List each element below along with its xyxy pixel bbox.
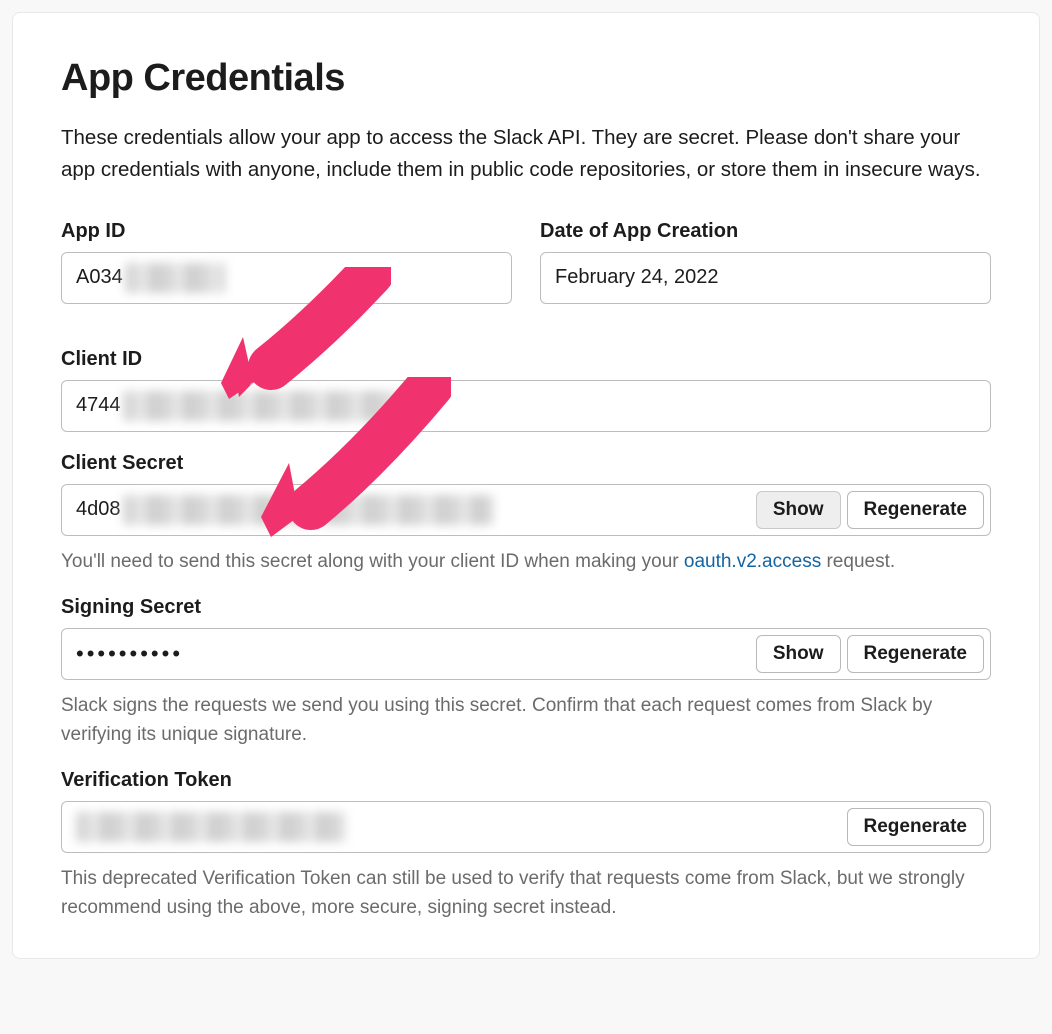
- client-secret-regenerate-button[interactable]: Regenerate: [847, 491, 985, 529]
- verification-token-label: Verification Token: [61, 769, 991, 792]
- client-secret-label: Client Secret: [61, 452, 991, 475]
- signing-secret-value-masked: ••••••••••: [76, 641, 183, 667]
- redacted-text: [125, 263, 225, 293]
- client-id-label: Client ID: [61, 348, 991, 371]
- verification-token-regenerate-button[interactable]: Regenerate: [847, 808, 985, 846]
- redacted-text: [123, 391, 423, 421]
- app-id-field[interactable]: A034: [61, 252, 512, 304]
- client-secret-help: You'll need to send this secret along wi…: [61, 548, 991, 577]
- redacted-text: [76, 812, 346, 842]
- signing-secret-help: Slack signs the requests we send you usi…: [61, 692, 991, 749]
- client-secret-field: 4d08 Show Regenerate: [61, 484, 991, 536]
- creation-date-field: February 24, 2022: [540, 252, 991, 304]
- client-id-value: 4744: [76, 394, 121, 417]
- intro-text: These credentials allow your app to acce…: [61, 122, 991, 186]
- redacted-text: [123, 495, 493, 525]
- signing-secret-show-button[interactable]: Show: [756, 635, 841, 673]
- app-credentials-panel: App Credentials These credentials allow …: [61, 57, 991, 922]
- client-id-field[interactable]: 4744: [61, 380, 991, 432]
- client-secret-value: 4d08: [76, 498, 121, 521]
- verification-token-help: This deprecated Verification Token can s…: [61, 865, 991, 922]
- signing-secret-field: •••••••••• Show Regenerate: [61, 628, 991, 680]
- verification-token-field: Regenerate: [61, 801, 991, 853]
- client-secret-show-button[interactable]: Show: [756, 491, 841, 529]
- page-title: App Credentials: [61, 57, 991, 100]
- signing-secret-label: Signing Secret: [61, 596, 991, 619]
- oauth-access-link[interactable]: oauth.v2.access: [684, 551, 821, 572]
- signing-secret-regenerate-button[interactable]: Regenerate: [847, 635, 985, 673]
- creation-date-value: February 24, 2022: [555, 266, 718, 289]
- app-id-value: A034: [76, 266, 123, 289]
- creation-date-label: Date of App Creation: [540, 220, 991, 243]
- app-id-label: App ID: [61, 220, 512, 243]
